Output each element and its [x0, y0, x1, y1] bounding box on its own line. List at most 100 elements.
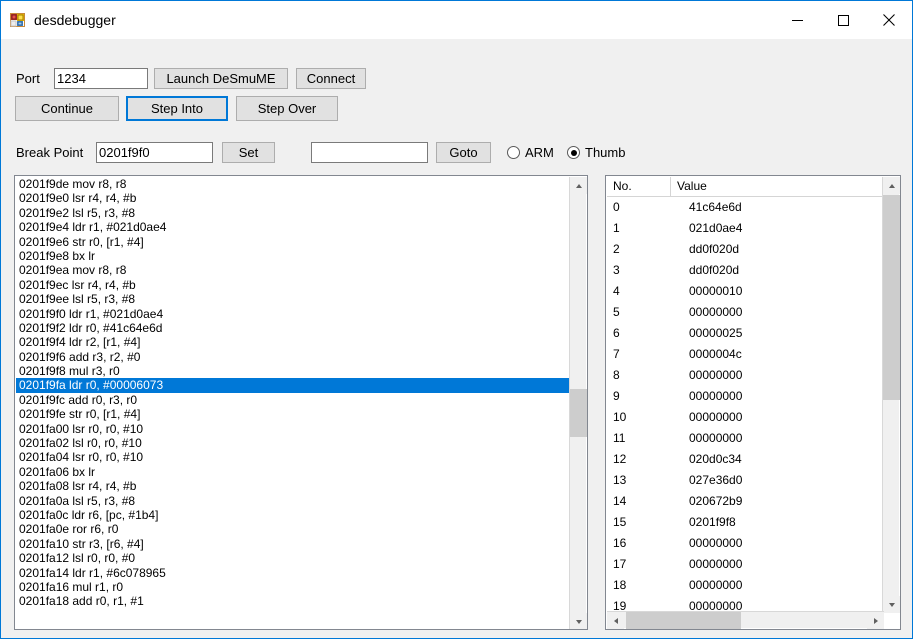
- disassembly-line[interactable]: 0201f9ee lsl r5, r3, #8: [16, 292, 569, 306]
- column-header-no[interactable]: No.: [607, 177, 671, 196]
- scroll-down-button[interactable]: [570, 613, 587, 629]
- register-value: 021d0ae4: [689, 221, 743, 235]
- disassembly-line[interactable]: 0201fa00 lsr r0, r0, #10: [16, 422, 569, 436]
- register-number: 6: [613, 326, 620, 340]
- register-value: 020d0c34: [689, 452, 742, 466]
- disassembly-line[interactable]: 0201fa12 lsl r0, r0, #0: [16, 551, 569, 565]
- goto-button[interactable]: Goto: [436, 142, 491, 163]
- winforms-app-icon: [10, 12, 26, 28]
- disassembly-line[interactable]: 0201f9f2 ldr r0, #41c64e6d: [16, 321, 569, 335]
- table-row[interactable]: 1 021d0ae4: [607, 218, 882, 239]
- disassembly-line[interactable]: 0201f9fc add r0, r3, r0: [16, 393, 569, 407]
- disassembly-line[interactable]: 0201f9e6 str r0, [r1, #4]: [16, 235, 569, 249]
- table-row[interactable]: 3 dd0f020d: [607, 260, 882, 281]
- table-row[interactable]: 4 00000010: [607, 281, 882, 302]
- radio-arm[interactable]: ARM: [507, 145, 554, 160]
- application-window: desdebugger Port Lau: [0, 0, 913, 639]
- radio-thumb[interactable]: Thumb: [567, 145, 625, 160]
- registers-horizontal-scrollbar[interactable]: [607, 611, 884, 629]
- breakpoint-input[interactable]: [96, 142, 213, 163]
- chevron-up-icon: [888, 183, 895, 188]
- column-header-value[interactable]: Value: [671, 177, 882, 196]
- launch-desmume-button[interactable]: Launch DeSmuME: [154, 68, 288, 89]
- table-row[interactable]: 18 00000000: [607, 575, 882, 596]
- disassembly-listbox[interactable]: 0201f9de mov r8, r8 0201f9e0 lsr r4, r4, …: [14, 175, 588, 630]
- table-row[interactable]: 16 00000000: [607, 533, 882, 554]
- disassembly-line[interactable]: 0201f9f8 mul r3, r0: [16, 364, 569, 378]
- disassembly-lines[interactable]: 0201f9de mov r8, r8 0201f9e0 lsr r4, r4, …: [16, 177, 569, 628]
- scroll-up-button[interactable]: [570, 177, 587, 194]
- disassembly-line[interactable]: 0201fa06 bx lr: [16, 465, 569, 479]
- disassembly-line-selected[interactable]: 0201f9fa ldr r0, #00006073: [16, 378, 569, 393]
- table-row[interactable]: 6 00000025: [607, 323, 882, 344]
- table-row[interactable]: 5 00000000: [607, 302, 882, 323]
- table-row[interactable]: 13 027e36d0: [607, 470, 882, 491]
- disassembly-line[interactable]: 0201f9ec lsr r4, r4, #b: [16, 278, 569, 292]
- port-input[interactable]: [54, 68, 148, 89]
- table-row[interactable]: 19 00000000: [607, 596, 882, 611]
- disassembly-line[interactable]: 0201fa08 lsr r4, r4, #b: [16, 479, 569, 493]
- scroll-up-button[interactable]: [883, 177, 900, 194]
- register-value: 00000025: [689, 326, 743, 340]
- scroll-down-button[interactable]: [883, 596, 900, 613]
- disassembly-line[interactable]: 0201fa0c ldr r6, [pc, #1b4]: [16, 508, 569, 522]
- table-row[interactable]: 17 00000000: [607, 554, 882, 575]
- table-row[interactable]: 8 00000000: [607, 365, 882, 386]
- register-number: 2: [613, 242, 620, 256]
- disassembly-line[interactable]: 0201fa18 add r0, r1, #1: [16, 594, 569, 608]
- step-into-button[interactable]: Step Into: [126, 96, 228, 121]
- chevron-down-icon: [888, 602, 895, 607]
- disassembly-line[interactable]: 0201fa0a lsl r5, r3, #8: [16, 494, 569, 508]
- register-value: 00000000: [689, 431, 743, 445]
- register-value: 0201f9f8: [689, 515, 736, 529]
- table-row[interactable]: 0 41c64e6d: [607, 197, 882, 218]
- disassembly-line[interactable]: 0201fa10 str r3, [r6, #4]: [16, 537, 569, 551]
- disassembly-line[interactable]: 0201f9e8 bx lr: [16, 249, 569, 263]
- register-value: 00000000: [689, 536, 743, 550]
- disassembly-line[interactable]: 0201f9fe str r0, [r1, #4]: [16, 407, 569, 421]
- registers-grid[interactable]: No. Value 0 41c64e6d 1 021d0ae4 2 dd0f020d 3 dd…: [607, 177, 882, 611]
- disassembly-line[interactable]: 0201f9e2 lsl r5, r3, #8: [16, 206, 569, 220]
- register-number: 15: [613, 515, 627, 529]
- registers-scroll-thumb[interactable]: [883, 195, 900, 400]
- registers-vertical-scrollbar[interactable]: [882, 177, 900, 613]
- table-row[interactable]: 12 020d0c34: [607, 449, 882, 470]
- scroll-right-button[interactable]: [867, 612, 884, 629]
- disassembly-line[interactable]: 0201f9f6 add r3, r2, #0: [16, 350, 569, 364]
- goto-address-input[interactable]: [311, 142, 428, 163]
- set-breakpoint-button[interactable]: Set: [222, 142, 275, 163]
- disassembly-line[interactable]: 0201fa02 lsl r0, r0, #10: [16, 436, 569, 450]
- registers-rows: 0 41c64e6d 1 021d0ae4 2 dd0f020d 3 dd0f020d 4 000…: [607, 197, 882, 611]
- register-value: dd0f020d: [689, 263, 740, 277]
- chevron-right-icon: [873, 617, 878, 624]
- table-row[interactable]: 10 00000000: [607, 407, 882, 428]
- disassembly-line[interactable]: 0201f9f0 ldr r1, #021d0ae4: [16, 307, 569, 321]
- close-button[interactable]: [866, 1, 912, 39]
- register-number: 3: [613, 263, 620, 277]
- disassembly-line[interactable]: 0201fa16 mul r1, r0: [16, 580, 569, 594]
- table-row[interactable]: 15 0201f9f8: [607, 512, 882, 533]
- continue-button[interactable]: Continue: [15, 96, 119, 121]
- disassembly-line[interactable]: 0201f9e4 ldr r1, #021d0ae4: [16, 220, 569, 234]
- disassembly-vertical-scrollbar[interactable]: [569, 177, 587, 629]
- table-row[interactable]: 14 020672b9: [607, 491, 882, 512]
- disassembly-scroll-thumb[interactable]: [570, 389, 587, 437]
- disassembly-line[interactable]: 0201f9de mov r8, r8: [16, 177, 569, 191]
- registers-listview[interactable]: No. Value 0 41c64e6d 1 021d0ae4 2 dd0f020d 3 dd…: [605, 175, 901, 630]
- registers-hscroll-thumb[interactable]: [626, 612, 741, 629]
- disassembly-line[interactable]: 0201fa0e ror r6, r0: [16, 522, 569, 536]
- table-row[interactable]: 2 dd0f020d: [607, 239, 882, 260]
- table-row[interactable]: 9 00000000: [607, 386, 882, 407]
- scroll-left-button[interactable]: [607, 612, 624, 629]
- maximize-button[interactable]: [820, 1, 866, 39]
- disassembly-line[interactable]: 0201fa04 lsr r0, r0, #10: [16, 450, 569, 464]
- step-over-button[interactable]: Step Over: [236, 96, 338, 121]
- minimize-button[interactable]: [774, 1, 820, 39]
- table-row[interactable]: 7 0000004c: [607, 344, 882, 365]
- disassembly-line[interactable]: 0201f9ea mov r8, r8: [16, 263, 569, 277]
- disassembly-line[interactable]: 0201f9f4 ldr r2, [r1, #4]: [16, 335, 569, 349]
- disassembly-line[interactable]: 0201fa14 ldr r1, #6c078965: [16, 566, 569, 580]
- table-row[interactable]: 11 00000000: [607, 428, 882, 449]
- connect-button[interactable]: Connect: [296, 68, 366, 89]
- disassembly-line[interactable]: 0201f9e0 lsr r4, r4, #b: [16, 191, 569, 205]
